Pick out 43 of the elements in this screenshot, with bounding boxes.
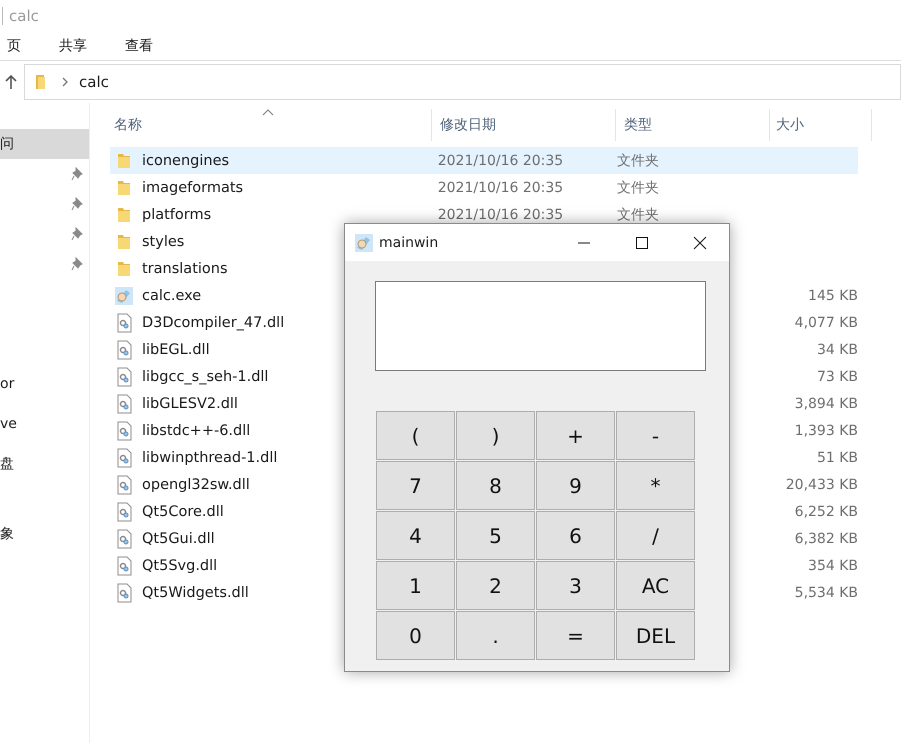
modified-date: 2021/10/16 20:35	[438, 180, 564, 196]
file-size: 6,382 KB	[794, 530, 858, 546]
nav-label: or	[0, 376, 14, 392]
file-size: 3,894 KB	[794, 396, 858, 412]
file-size: 73 KB	[816, 368, 858, 384]
file-size: 354 KB	[808, 558, 858, 574]
file-name: imageformats	[142, 180, 244, 196]
window-title: calc	[9, 7, 39, 25]
nav-label: 问	[0, 135, 14, 153]
file-size: 5,534 KB	[794, 584, 858, 600]
file-size: 145 KB	[808, 288, 858, 304]
file-name: Qt5Svg.dll	[142, 558, 218, 574]
file-name: Qt5Gui.dll	[142, 530, 215, 546]
modified-date: 2021/10/16 20:35	[438, 206, 564, 222]
file-name: libstdc++-6.dll	[142, 422, 250, 438]
file-name: styles	[142, 234, 184, 250]
file-name: platforms	[142, 206, 212, 222]
file-name: translations	[142, 260, 228, 276]
file-name: libEGL.dll	[142, 342, 210, 358]
file-size: 1,393 KB	[794, 422, 858, 438]
file-size: 20,433 KB	[786, 476, 858, 492]
file-name: libGLESV2.dll	[142, 396, 238, 412]
file-name: Qt5Widgets.dll	[142, 584, 249, 600]
file-type: 文件夹	[616, 206, 659, 222]
file-size: 34 KB	[816, 342, 858, 358]
nav-label: ve	[0, 416, 17, 432]
file-size: 6,252 KB	[794, 504, 858, 520]
modified-date: 2021/10/16 20:35	[438, 152, 564, 168]
file-name: libwinpthread-1.dll	[142, 450, 278, 466]
file-name: opengl32sw.dll	[142, 476, 250, 492]
file-size: 4,077 KB	[794, 314, 858, 330]
file-name: D3Dcompiler_47.dll	[142, 314, 284, 330]
file-name: libgcc_s_seh-1.dll	[142, 368, 268, 384]
calculator-title: mainwin	[379, 234, 440, 250]
file-type: 文件夹	[616, 152, 659, 168]
file-type: 文件夹	[616, 180, 659, 196]
file-size: 51 KB	[816, 450, 858, 466]
file-name: calc.exe	[142, 288, 202, 304]
nav-label: 盘	[0, 455, 14, 473]
path-text: calc	[79, 73, 109, 91]
file-name: iconengines	[142, 152, 230, 168]
nav-label: 象	[0, 525, 14, 543]
file-name: Qt5Core.dll	[142, 504, 224, 520]
